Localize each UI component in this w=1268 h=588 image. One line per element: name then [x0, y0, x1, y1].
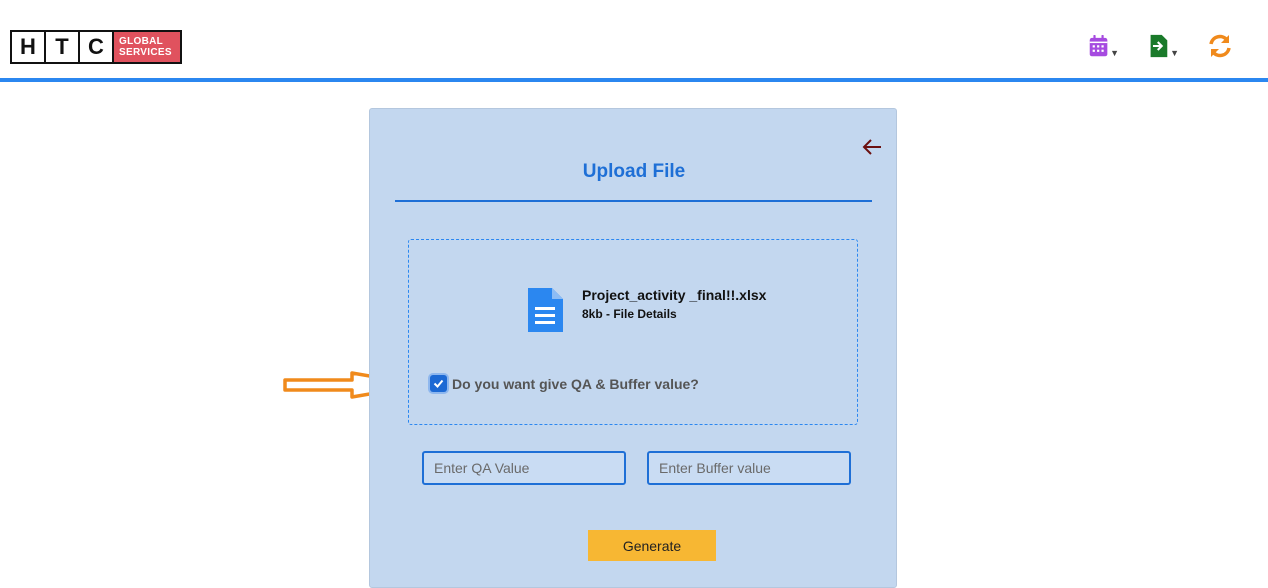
- htc-logo[interactable]: H T C GLOBAL SERVICES: [10, 30, 182, 64]
- calendar-icon: [1089, 34, 1108, 57]
- header-accent-line: [0, 78, 1268, 82]
- generate-button[interactable]: Generate: [588, 530, 716, 561]
- calendar-menu-button[interactable]: ▼: [1089, 30, 1119, 62]
- chevron-down-icon: ▼: [1110, 48, 1119, 58]
- arrow-left-icon[interactable]: [860, 135, 884, 159]
- export-menu-button[interactable]: ▼: [1149, 30, 1179, 62]
- logo-brand-line2: SERVICES: [119, 47, 172, 58]
- file-details: 8kb - File Details: [582, 307, 677, 321]
- logo-letter-h: H: [12, 32, 46, 62]
- refresh-icon: [1209, 34, 1231, 58]
- refresh-button[interactable]: [1206, 30, 1236, 62]
- qa-value-input[interactable]: [422, 451, 626, 485]
- upload-file-card: Upload File Project_activity _final!!.xl…: [369, 108, 897, 588]
- qa-buffer-checkbox-label[interactable]: Do you want give QA & Buffer value?: [452, 376, 699, 392]
- export-file-icon: [1150, 34, 1168, 58]
- qa-buffer-checkbox[interactable]: [430, 375, 447, 392]
- file-drop-zone[interactable]: Project_activity _final!!.xlsx 8kb - Fil…: [408, 239, 858, 425]
- logo-letter-c: C: [80, 32, 114, 62]
- top-header: H T C GLOBAL SERVICES ▼ ▼: [0, 0, 1268, 78]
- checkmark-icon: [433, 379, 444, 388]
- page-title: Upload File: [582, 161, 686, 182]
- buffer-value-input[interactable]: [647, 451, 851, 485]
- title-divider: [395, 200, 872, 202]
- logo-brand-text: GLOBAL SERVICES: [114, 32, 180, 62]
- document-icon: [528, 288, 563, 332]
- file-name: Project_activity _final!!.xlsx: [582, 287, 767, 303]
- logo-brand-line1: GLOBAL: [119, 36, 164, 47]
- chevron-down-icon: ▼: [1170, 48, 1179, 58]
- logo-letter-t: T: [46, 32, 80, 62]
